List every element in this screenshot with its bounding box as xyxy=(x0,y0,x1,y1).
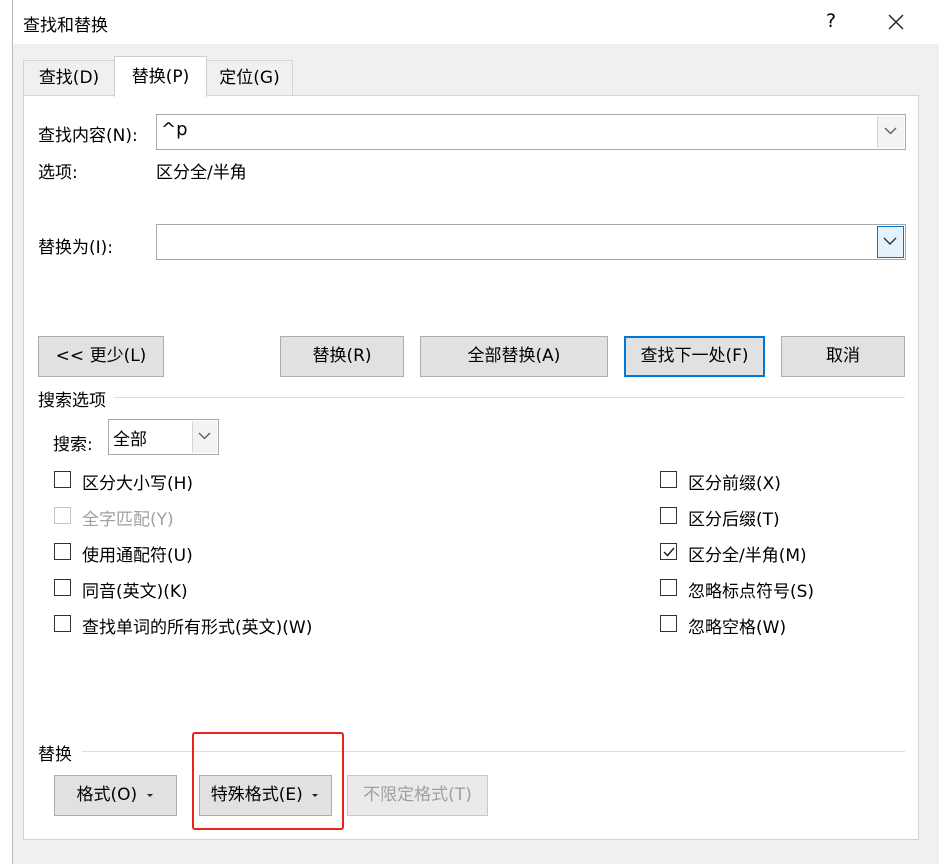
options-value: 区分全/半角 xyxy=(156,163,247,183)
checkbox-label: 全字匹配(Y) xyxy=(82,510,174,530)
format-button[interactable]: 格式(O) xyxy=(54,775,177,816)
checkbox-label: 忽略标点符号(S) xyxy=(688,582,815,602)
checkbox-label: 忽略空格(W) xyxy=(688,618,787,638)
replace-dropdown-button[interactable] xyxy=(877,226,904,258)
no-formatting-button: 不限定格式(T) xyxy=(347,775,488,816)
checkbox-label: 查找单词的所有形式(英文)(W) xyxy=(82,618,313,638)
find-what-combo[interactable]: ^p xyxy=(156,114,906,150)
find-what-value: ^p xyxy=(161,119,188,140)
checkbox-box[interactable] xyxy=(54,471,71,488)
checkbox-box[interactable] xyxy=(660,579,677,596)
checkbox-box[interactable] xyxy=(54,579,71,596)
replace-with-combo[interactable] xyxy=(156,224,906,260)
find-what-label: 查找内容(N): xyxy=(38,126,138,146)
checkbox-box[interactable] xyxy=(660,471,677,488)
less-button[interactable]: << 更少(L) xyxy=(38,336,164,377)
help-button[interactable]: ? xyxy=(819,10,843,32)
format-button-label: 格式(O) xyxy=(76,785,138,805)
close-icon xyxy=(888,14,904,30)
replace-button[interactable]: 替换(R) xyxy=(280,336,404,377)
checkbox-label: 区分全/半角(M) xyxy=(688,546,807,566)
checkbox-box[interactable] xyxy=(660,615,677,632)
document-background xyxy=(0,0,12,864)
chevron-down-icon xyxy=(883,237,897,245)
replace-with-label: 替换为(I): xyxy=(38,238,114,258)
checkbox-label: 使用通配符(U) xyxy=(82,546,193,566)
close-button[interactable] xyxy=(881,8,911,36)
checkbox-box xyxy=(54,507,71,524)
find-replace-dialog: 查找和替换 ? 查找(D) 替换(P) 定位(G) 查找内容(N): ^p 选项… xyxy=(12,0,939,864)
highlight-annotation xyxy=(192,732,344,830)
checkbox-box[interactable] xyxy=(660,507,677,524)
search-options-divider xyxy=(114,397,905,398)
search-direction-label: 搜索: xyxy=(53,435,93,455)
replace-section-heading: 替换 xyxy=(38,745,72,765)
checkbox-label: 同音(英文)(K) xyxy=(82,582,188,602)
tab-replace[interactable]: 替换(P) xyxy=(114,56,207,97)
find-next-button[interactable]: 查找下一处(F) xyxy=(624,336,765,377)
tab-goto[interactable]: 定位(G) xyxy=(206,60,293,95)
title-bar: 查找和替换 ? xyxy=(13,0,939,44)
tab-find[interactable]: 查找(D) xyxy=(23,60,115,95)
options-label: 选项: xyxy=(38,163,78,183)
checkbox-label: 区分后缀(T) xyxy=(688,510,780,530)
search-direction-combo[interactable]: 全部 xyxy=(108,419,219,455)
search-direction-dropdown[interactable] xyxy=(192,421,217,453)
chevron-down-icon xyxy=(198,432,211,440)
replace-panel: 查找内容(N): ^p 选项: 区分全/半角 替换为(I): << 更少(L) … xyxy=(23,95,919,840)
checkbox-box[interactable] xyxy=(660,543,677,560)
checkmark-icon xyxy=(663,547,675,557)
chevron-down-icon xyxy=(884,127,897,135)
search-direction-value: 全部 xyxy=(113,430,147,450)
checkbox-label: 区分前缀(X) xyxy=(688,474,781,494)
cancel-button[interactable]: 取消 xyxy=(781,336,905,377)
replace-all-button[interactable]: 全部替换(A) xyxy=(420,336,608,377)
checkbox-label: 区分大小写(H) xyxy=(82,474,194,494)
dialog-title: 查找和替换 xyxy=(23,16,108,36)
find-dropdown-button[interactable] xyxy=(877,116,904,148)
checkbox-box[interactable] xyxy=(54,543,71,560)
caret-down-icon xyxy=(146,794,153,797)
checkbox-box[interactable] xyxy=(54,615,71,632)
search-options-heading: 搜索选项 xyxy=(38,391,106,411)
